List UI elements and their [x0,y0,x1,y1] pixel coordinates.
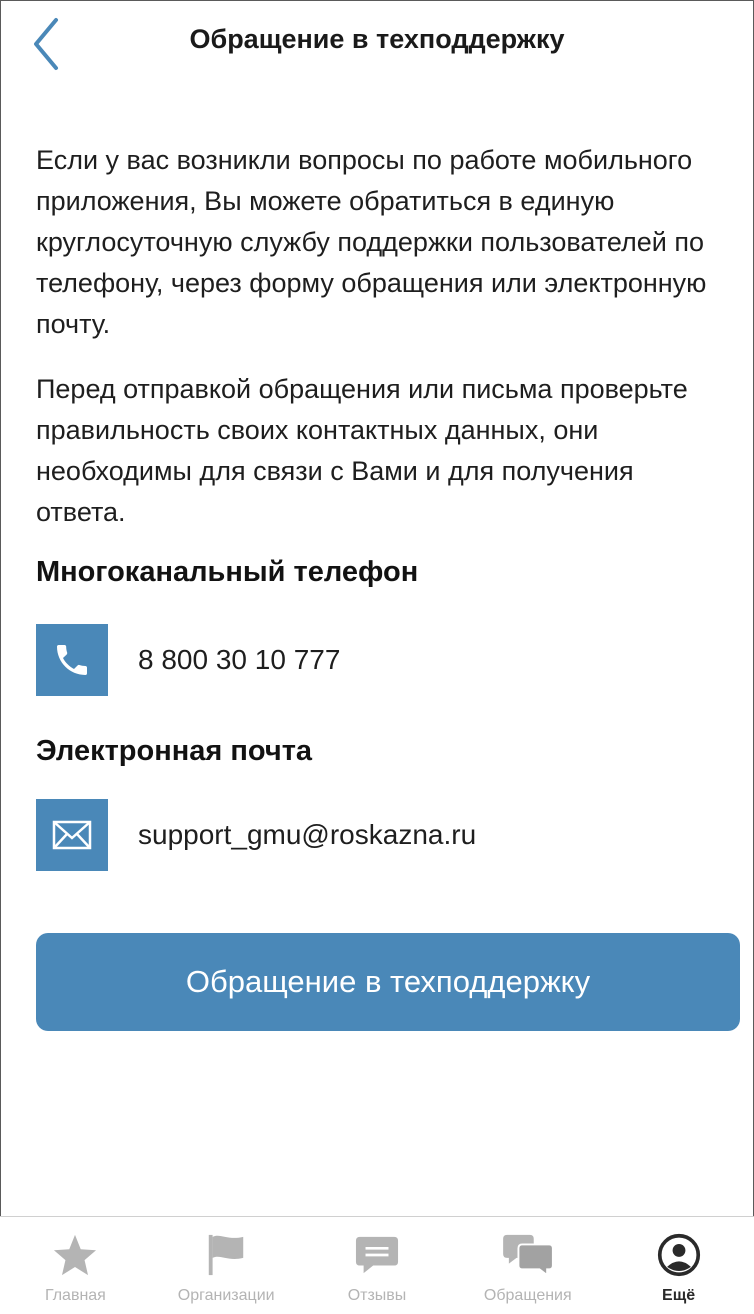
chat-bubbles-icon [498,1229,558,1281]
phone-heading: Многоканальный телефон [36,556,419,588]
tab-more[interactable]: Ещё [603,1217,754,1314]
star-icon [45,1229,105,1281]
phone-number: 8 800 30 10 777 [138,644,341,675]
tab-label: Ещё [662,1287,696,1304]
intro-paragraph-1: Если у вас возникли вопросы по работе мо… [36,145,707,339]
email-address: support_gmu@roskazna.ru [138,819,477,850]
user-circle-icon [649,1229,709,1281]
envelope-icon [36,799,108,871]
email-heading: Электронная почта [36,735,313,767]
email-row[interactable]: support_gmu@roskazna.ru [36,799,476,871]
comment-icon [347,1229,407,1281]
tab-label: Организации [177,1287,275,1304]
phone-row[interactable]: 8 800 30 10 777 [36,624,340,696]
tab-appeals[interactable]: Обращения [452,1217,603,1314]
tab-label: Главная [44,1287,106,1304]
page-title: Обращение в техподдержку [189,24,565,54]
intro-text: Если у вас возникли вопросы по работе мо… [36,140,730,533]
tab-bar: Главная Организации Отзывы Обращения Ещё [0,1216,754,1314]
contact-support-button[interactable]: Обращение в техподдержку [36,933,740,1031]
intro-paragraph-2: Перед отправкой обращения или письма про… [36,374,688,527]
flag-icon [196,1229,256,1281]
tab-label: Отзывы [347,1287,407,1304]
tab-organizations[interactable]: Организации [151,1217,302,1314]
nav-header: Обращение в техподдержку [0,0,754,90]
tab-label: Обращения [483,1287,572,1304]
tab-reviews[interactable]: Отзывы [302,1217,453,1314]
tab-home[interactable]: Главная [0,1217,151,1314]
phone-icon [36,624,108,696]
